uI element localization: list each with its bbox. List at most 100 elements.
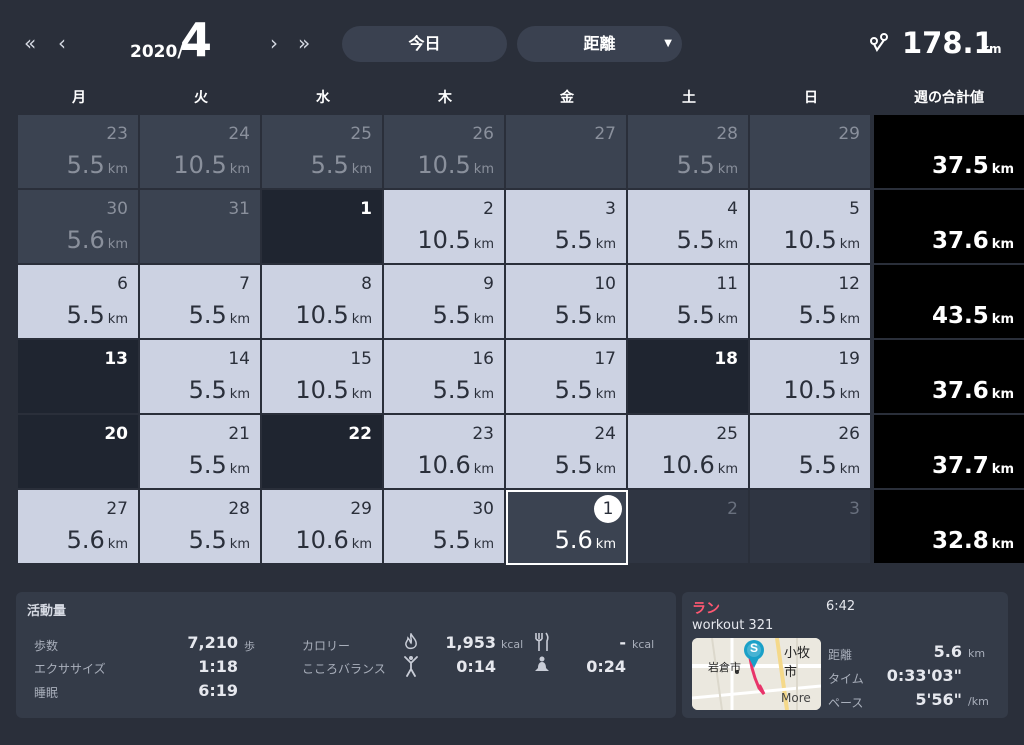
day-distance: 5.5 km bbox=[433, 301, 494, 329]
day-number: 5 bbox=[849, 199, 860, 219]
weekly-total: 37.6 km bbox=[932, 378, 1014, 404]
calendar-day[interactable]: 31 bbox=[140, 190, 262, 265]
calendar-day[interactable]: 26 10.5 km bbox=[384, 115, 506, 190]
calendar-day[interactable]: 3 bbox=[750, 490, 872, 565]
sleep-value: 6:19 bbox=[198, 681, 238, 700]
calendar-day[interactable]: 16 5.5 km bbox=[384, 340, 506, 415]
day-distance-unit: km bbox=[473, 537, 494, 552]
weekly-total-cell: 43.5 km bbox=[874, 265, 1024, 340]
calendar-day[interactable]: 13 bbox=[18, 340, 140, 415]
day-distance-unit: km bbox=[473, 312, 494, 327]
workout-time: 6:42 bbox=[826, 599, 856, 614]
calendar-day[interactable]: 8 10.5 km bbox=[262, 265, 384, 340]
day-distance: 5.5 km bbox=[677, 301, 738, 329]
calendar-day[interactable]: 18 bbox=[628, 340, 750, 415]
day-distance-unit: km bbox=[229, 162, 250, 177]
day-distance-value: 5.5 bbox=[798, 451, 837, 479]
day-distance-value: 10.5 bbox=[417, 151, 471, 179]
month-label: 4 bbox=[180, 13, 213, 67]
day-distance-unit: km bbox=[351, 312, 372, 327]
day-distance: 5.5 km bbox=[555, 301, 616, 329]
calendar-day[interactable]: 23 5.5 km bbox=[18, 115, 140, 190]
calendar-day[interactable]: 7 5.5 km bbox=[140, 265, 262, 340]
calendar-day[interactable]: 11 5.5 km bbox=[628, 265, 750, 340]
calendar-day[interactable]: 24 5.5 km bbox=[506, 415, 628, 490]
calendar-day[interactable]: 19 10.5 km bbox=[750, 340, 872, 415]
weekly-total-value: 43.5 bbox=[932, 303, 989, 329]
day-number: 12 bbox=[838, 274, 860, 294]
prev-year-icon[interactable]: « bbox=[24, 33, 36, 53]
day-number: 19 bbox=[838, 349, 860, 369]
calendar-day[interactable]: 30 5.5 km bbox=[384, 490, 506, 565]
metric-select[interactable]: 距離 ▼ bbox=[517, 26, 682, 62]
day-distance: 5.6 km bbox=[67, 226, 128, 254]
weekly-total-value: 37.5 bbox=[932, 153, 989, 179]
day-number: 26 bbox=[838, 424, 860, 444]
calendar-day[interactable]: 4 5.5 km bbox=[628, 190, 750, 265]
day-number: 29 bbox=[838, 124, 860, 144]
calendar-day[interactable]: 15 10.5 km bbox=[262, 340, 384, 415]
calendar-day[interactable]: 3 5.5 km bbox=[506, 190, 628, 265]
day-number: 9 bbox=[483, 274, 494, 294]
calendar-day[interactable]: 2 bbox=[628, 490, 750, 565]
calendar-day[interactable]: 21 5.5 km bbox=[140, 415, 262, 490]
calendar-day[interactable]: 10 5.5 km bbox=[506, 265, 628, 340]
day-distance-unit: km bbox=[595, 312, 616, 327]
calendar-day[interactable]: 26 5.5 km bbox=[750, 415, 872, 490]
day-number: 8 bbox=[361, 274, 372, 294]
map-more-link[interactable]: More bbox=[781, 691, 811, 705]
day-distance-unit: km bbox=[107, 537, 128, 552]
day-number: 18 bbox=[714, 349, 738, 369]
calendar-day[interactable]: 29 bbox=[750, 115, 872, 190]
day-distance-value: 5.5 bbox=[554, 376, 593, 404]
calendar-day[interactable]: 1 bbox=[262, 190, 384, 265]
weekly-total-unit: km bbox=[991, 387, 1014, 402]
day-number: 30 bbox=[106, 199, 128, 219]
today-button[interactable]: 今日 bbox=[342, 26, 507, 62]
steps-unit: 歩 bbox=[244, 640, 255, 653]
calendar-day[interactable]: 12 5.5 km bbox=[750, 265, 872, 340]
calendar-day[interactable]: 27 5.6 km bbox=[18, 490, 140, 565]
next-month-icon[interactable]: › bbox=[270, 33, 278, 53]
calendar-day-today[interactable]: 1 5.6 km bbox=[506, 490, 628, 565]
steps-value: 7,210 bbox=[187, 633, 238, 652]
calendar-day[interactable]: 5 10.5 km bbox=[750, 190, 872, 265]
day-distance: 5.5 km bbox=[189, 376, 250, 404]
calendar-day[interactable]: 28 5.5 km bbox=[140, 490, 262, 565]
day-distance: 10.6 km bbox=[295, 526, 372, 554]
calendar-day[interactable]: 29 10.6 km bbox=[262, 490, 384, 565]
calendar-day[interactable]: 30 5.6 km bbox=[18, 190, 140, 265]
pace-label: ペース bbox=[828, 696, 864, 710]
day-distance: 5.5 km bbox=[433, 526, 494, 554]
day-distance-value: 5.5 bbox=[676, 226, 715, 254]
calendar-day[interactable]: 9 5.5 km bbox=[384, 265, 506, 340]
weekday-tue: 火 bbox=[194, 90, 208, 106]
calendar-day[interactable]: 20 bbox=[18, 415, 140, 490]
calendar-day[interactable]: 28 5.5 km bbox=[628, 115, 750, 190]
day-distance-value: 10.6 bbox=[661, 451, 715, 479]
workout-panel[interactable]: ラン 6:42 workout 321 S 岩倉市 小牧市 More 距離 5.… bbox=[682, 592, 1008, 718]
day-distance-value: 5.6 bbox=[66, 526, 105, 554]
calendar-day[interactable]: 25 10.6 km bbox=[628, 415, 750, 490]
day-number: 21 bbox=[228, 424, 250, 444]
calendar-day[interactable]: 27 bbox=[506, 115, 628, 190]
calendar-day[interactable]: 17 5.5 km bbox=[506, 340, 628, 415]
calendar-day[interactable]: 25 5.5 km bbox=[262, 115, 384, 190]
workout-map[interactable]: S 岩倉市 小牧市 More bbox=[692, 638, 821, 710]
meditation-value: 0:24 bbox=[586, 657, 626, 676]
day-distance: 5.5 km bbox=[799, 451, 860, 479]
calendar-day[interactable]: 14 5.5 km bbox=[140, 340, 262, 415]
next-year-icon[interactable]: » bbox=[298, 33, 310, 53]
calendar-day[interactable]: 22 bbox=[262, 415, 384, 490]
day-distance-value: 5.5 bbox=[310, 151, 349, 179]
calendar-day[interactable]: 6 5.5 km bbox=[18, 265, 140, 340]
weekly-total-value: 37.6 bbox=[932, 378, 989, 404]
day-distance-unit: km bbox=[717, 162, 738, 177]
day-distance-value: 10.5 bbox=[295, 301, 349, 329]
prev-month-icon[interactable]: ‹ bbox=[58, 33, 66, 53]
weekday-sat: 土 bbox=[682, 90, 696, 106]
calendar-day[interactable]: 23 10.6 km bbox=[384, 415, 506, 490]
calendar-day[interactable]: 2 10.5 km bbox=[384, 190, 506, 265]
calendar-day[interactable]: 24 10.5 km bbox=[140, 115, 262, 190]
day-distance-value: 10.5 bbox=[295, 376, 349, 404]
